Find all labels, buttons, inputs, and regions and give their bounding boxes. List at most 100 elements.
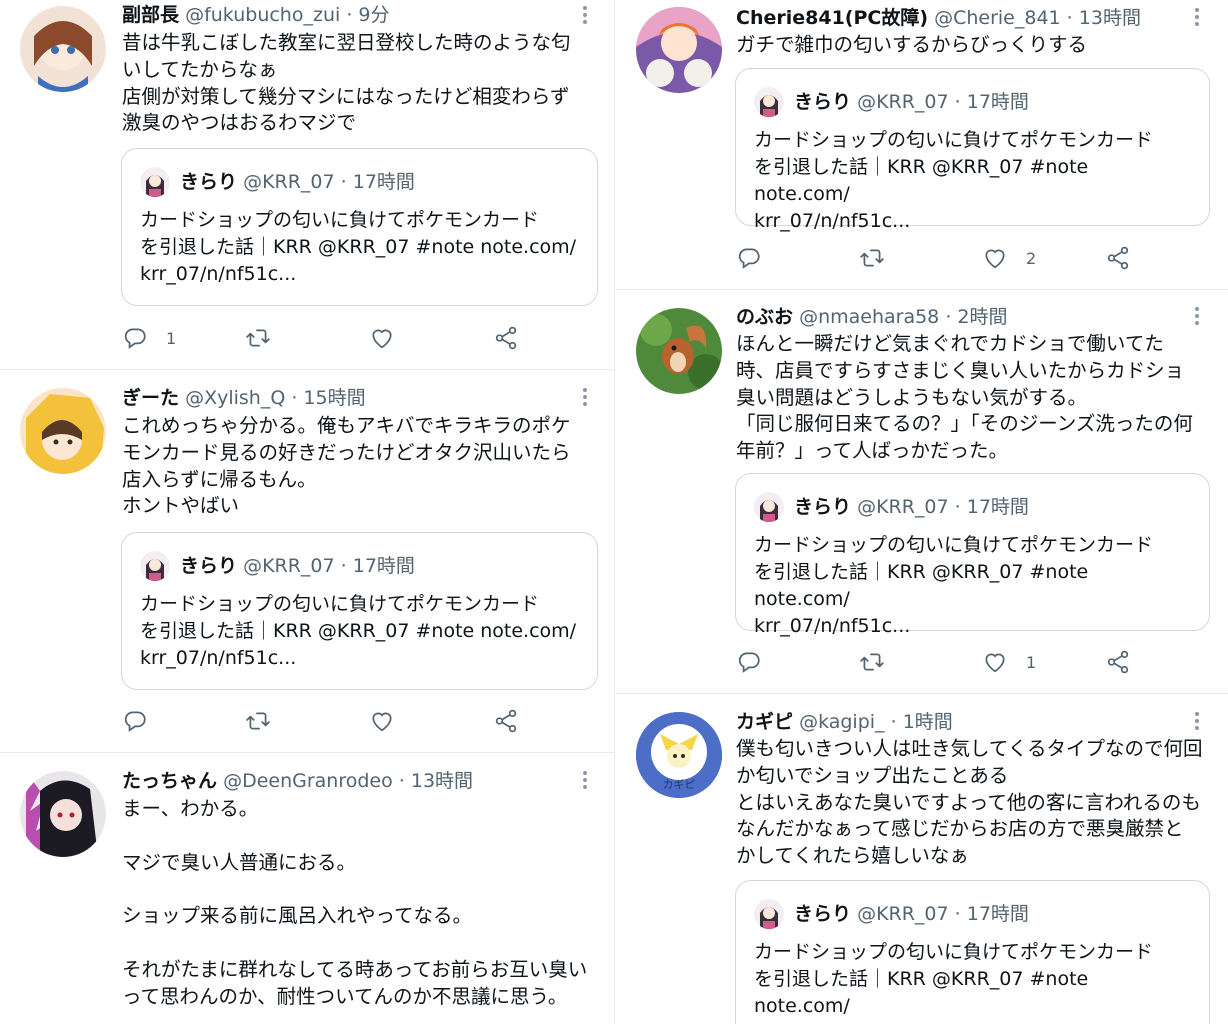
separator-dot: ·	[954, 496, 961, 518]
display-name[interactable]: Cherie841(PC故障)	[736, 7, 928, 29]
avatar[interactable]	[636, 308, 722, 394]
timestamp[interactable]: 9分	[358, 4, 389, 26]
share-icon	[493, 325, 519, 351]
share-button[interactable]	[493, 706, 519, 736]
tweet-card[interactable]: のぶお @nmaehara58 · 2時間 ほんと一瞬だけど気まぐれでカドショで…	[616, 290, 1228, 694]
user-handle[interactable]: @Cherie_841	[934, 7, 1061, 29]
tweet-card[interactable]: たっちゃん @DeenGranrodeo · 13時間 まー、わかる。 マジで臭…	[0, 753, 614, 1024]
display-name[interactable]: 副部長	[122, 4, 179, 26]
tweet-card[interactable]: Cherie841(PC故障) @Cherie_841 · 13時間 ガチで雑巾…	[616, 0, 1228, 290]
timestamp[interactable]: 15時間	[303, 387, 365, 409]
more-vertical-icon[interactable]	[1194, 712, 1200, 734]
reply-icon	[122, 708, 148, 734]
tweet-header: Cherie841(PC故障) @Cherie_841 · 13時間	[736, 5, 1141, 31]
timestamp[interactable]: 2時間	[957, 306, 1007, 328]
separator-dot: ·	[954, 903, 961, 925]
action-bar	[122, 706, 522, 736]
share-button[interactable]	[1105, 243, 1131, 273]
action-bar: 1	[736, 647, 1136, 677]
like-count: 2	[1026, 248, 1037, 268]
quote-handle: @KRR_07	[243, 171, 335, 193]
quote-header: きらり @KRR_07 · 17時間	[180, 169, 415, 195]
quoted-tweet[interactable]: きらり @KRR_07 · 17時間 カードショップの匂いに負けてポケモンカード…	[735, 880, 1210, 1024]
avatar-text: カギピ	[663, 778, 696, 791]
quote-display-name: きらり	[180, 555, 238, 577]
avatar[interactable]: カギピ	[636, 712, 722, 798]
display-name[interactable]: のぶお	[736, 306, 793, 328]
display-name[interactable]: たっちゃん	[122, 770, 217, 792]
retweet-button[interactable]	[859, 243, 885, 273]
quoted-tweet[interactable]: きらり @KRR_07 · 17時間 カードショップの匂いに負けてポケモンカード…	[121, 532, 598, 690]
quote-display-name: きらり	[794, 91, 852, 113]
user-handle[interactable]: @nmaehara58	[799, 306, 939, 328]
quoted-tweet[interactable]: きらり @KRR_07 · 17時間 カードショップの匂いに負けてポケモンカード…	[121, 148, 598, 306]
quote-avatar	[754, 492, 784, 522]
more-vertical-icon[interactable]	[1194, 8, 1200, 30]
more-vertical-icon[interactable]	[582, 388, 588, 410]
more-vertical-icon[interactable]	[1194, 307, 1200, 329]
like-count: 1	[1026, 652, 1037, 672]
heart-icon	[982, 649, 1008, 675]
display-name[interactable]: カギピ	[736, 711, 793, 733]
reply-button[interactable]	[736, 647, 762, 677]
quote-handle: @KRR_07	[857, 91, 949, 113]
quote-avatar	[754, 87, 784, 117]
tweet-text: まー、わかる。 マジで臭い人普通におる。 ショップ来る前に風呂入れやってなる。 …	[122, 797, 588, 1008]
separator-dot: ·	[291, 387, 298, 409]
user-handle[interactable]: @DeenGranrodeo	[223, 770, 393, 792]
tweet-header: たっちゃん @DeenGranrodeo · 13時間	[122, 768, 473, 794]
separator-dot: ·	[340, 555, 347, 577]
quote-avatar	[754, 899, 784, 929]
user-handle[interactable]: @fukubucho_zui	[185, 4, 340, 26]
like-button[interactable]: 2	[982, 243, 1036, 273]
user-handle[interactable]: @kagipi_	[799, 711, 885, 733]
tweet-header: ぎーた @Xylish_Q · 15時間	[122, 385, 366, 411]
action-bar: 1	[122, 323, 522, 353]
quoted-tweet[interactable]: きらり @KRR_07 · 17時間 カードショップの匂いに負けてポケモンカード…	[735, 68, 1210, 232]
more-vertical-icon[interactable]	[582, 6, 588, 28]
retweet-button[interactable]	[245, 323, 271, 353]
quote-header: きらり @KRR_07 · 17時間	[794, 494, 1029, 520]
quote-text: カードショップの匂いに負けてポケモンカード を引退した話｜KRR @KRR_07…	[140, 209, 577, 285]
separator-dot: ·	[954, 91, 961, 113]
like-button[interactable]: 1	[982, 647, 1036, 677]
tweet-card[interactable]: カギピ カギピ @kagipi_ · 1時間 僕も匂いきつい人は吐き気してくるタ…	[616, 694, 1228, 1024]
quote-timestamp: 17時間	[352, 171, 415, 193]
quote-text: カードショップの匂いに負けてポケモンカード を引退した話｜KRR @KRR_07…	[754, 534, 1154, 637]
heart-icon	[369, 708, 395, 734]
avatar[interactable]	[20, 6, 106, 92]
tweet-card[interactable]: 副部長 @fukubucho_zui · 9分 昔は牛乳こぼした教室に翌日登校し…	[0, 0, 614, 370]
display-name[interactable]: ぎーた	[122, 387, 179, 409]
quote-display-name: きらり	[794, 903, 852, 925]
tweet-text: ほんと一瞬だけど気まぐれでカドショで働いてた 時、店員ですらすさまじく臭い人いた…	[736, 332, 1193, 463]
share-icon	[1105, 649, 1131, 675]
more-vertical-icon[interactable]	[582, 771, 588, 793]
tweet-card[interactable]: ぎーた @Xylish_Q · 15時間 これめっちゃ分かる。俺もアキバでキラキ…	[0, 370, 614, 753]
like-button[interactable]	[369, 323, 395, 353]
share-button[interactable]	[493, 323, 519, 353]
reply-button[interactable]	[122, 706, 148, 736]
share-icon	[1105, 245, 1131, 271]
retweet-icon	[859, 245, 885, 271]
timestamp[interactable]: 13時間	[411, 770, 473, 792]
retweet-button[interactable]	[245, 706, 271, 736]
quoted-tweet[interactable]: きらり @KRR_07 · 17時間 カードショップの匂いに負けてポケモンカード…	[735, 473, 1210, 637]
reply-button[interactable]	[736, 243, 762, 273]
avatar[interactable]	[20, 771, 106, 857]
right-column: Cherie841(PC故障) @Cherie_841 · 13時間 ガチで雑巾…	[616, 0, 1228, 1024]
quote-avatar	[140, 167, 170, 197]
reply-button[interactable]: 1	[122, 323, 176, 353]
timestamp[interactable]: 13時間	[1079, 7, 1141, 29]
avatar[interactable]	[636, 7, 722, 93]
quote-display-name: きらり	[794, 496, 852, 518]
retweet-icon	[859, 649, 885, 675]
timestamp[interactable]: 1時間	[903, 711, 953, 733]
separator-dot: ·	[346, 4, 353, 26]
tweet-header: のぶお @nmaehara58 · 2時間	[736, 304, 1008, 330]
separator-dot: ·	[398, 770, 405, 792]
share-button[interactable]	[1105, 647, 1131, 677]
retweet-button[interactable]	[859, 647, 885, 677]
like-button[interactable]	[369, 706, 395, 736]
avatar[interactable]	[20, 388, 106, 474]
user-handle[interactable]: @Xylish_Q	[185, 387, 285, 409]
